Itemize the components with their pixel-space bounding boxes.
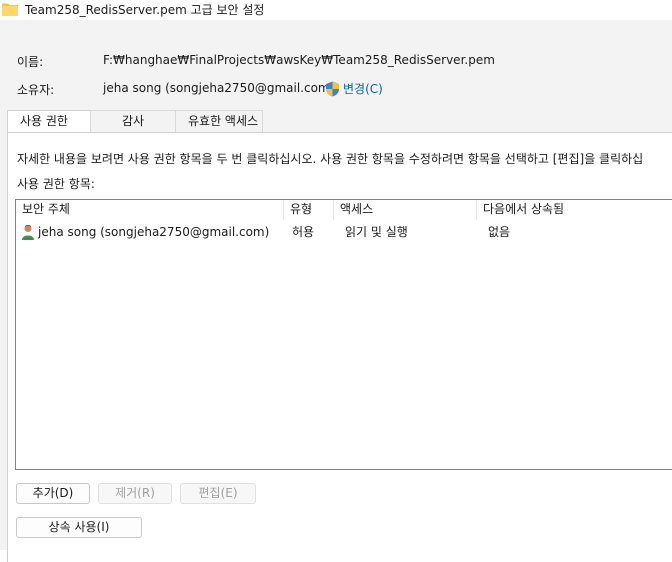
owner-value: jeha song (songjeha2750@gmail.com) — [103, 81, 335, 95]
list-header: 보안 주체 유형 액세스 다음에서 상속됨 — [16, 200, 672, 220]
entries-label: 사용 권한 항목: — [17, 177, 95, 191]
cell-inherited-from: 없음 — [488, 225, 511, 239]
change-owner-link[interactable]: 변경(C) — [325, 80, 383, 97]
add-button[interactable]: 추가(D) — [16, 483, 90, 504]
column-header-inherited-from[interactable]: 다음에서 상속됨 — [477, 200, 672, 220]
uac-shield-icon — [326, 81, 339, 96]
user-icon — [21, 224, 35, 240]
owner-label: 소유자: — [17, 83, 55, 97]
folder-icon — [2, 2, 18, 16]
permission-entries-list[interactable]: 보안 주체 유형 액세스 다음에서 상속됨 jeha song (songjeh… — [15, 199, 672, 470]
remove-button[interactable]: 제거(R) — [98, 483, 172, 504]
tab-strip: 사용 권한 감사 유효한 액세스 — [7, 110, 263, 133]
tab-permissions[interactable]: 사용 권한 — [7, 110, 91, 133]
column-header-type[interactable]: 유형 — [284, 200, 334, 220]
title-bar[interactable]: Team258_RedisServer.pem 고급 보안 설정 — [0, 0, 672, 20]
cell-access: 읽기 및 실행 — [345, 225, 408, 239]
column-header-principal[interactable]: 보안 주체 — [16, 200, 284, 220]
table-row[interactable]: jeha song (songjeha2750@gmail.com) 허용 읽기… — [16, 222, 672, 242]
tab-effective-access[interactable]: 유효한 액세스 — [175, 110, 263, 132]
instructions-text: 자세한 내용을 보려면 사용 권한 항목을 두 번 클릭하십시오. 사용 권한 … — [17, 152, 644, 166]
edit-button[interactable]: 편집(E) — [180, 483, 256, 504]
tab-auditing[interactable]: 감사 — [90, 110, 176, 132]
change-owner-label: 변경(C) — [343, 82, 383, 96]
permissions-panel: 자세한 내용을 보려면 사용 권한 항목을 두 번 클릭하십시오. 사용 권한 … — [7, 132, 672, 562]
cell-type: 허용 — [292, 225, 315, 239]
dialog-body: 이름: F:₩hanghae₩FinalProjects₩awsKey₩Team… — [0, 20, 672, 562]
name-label: 이름: — [17, 55, 44, 69]
column-header-access[interactable]: 액세스 — [334, 200, 477, 220]
enable-inheritance-button[interactable]: 상속 사용(I) — [16, 517, 142, 538]
cell-principal: jeha song (songjeha2750@gmail.com) — [38, 225, 270, 239]
window-title: Team258_RedisServer.pem 고급 보안 설정 — [25, 3, 265, 17]
name-value: F:₩hanghae₩FinalProjects₩awsKey₩Team258_… — [103, 53, 495, 67]
